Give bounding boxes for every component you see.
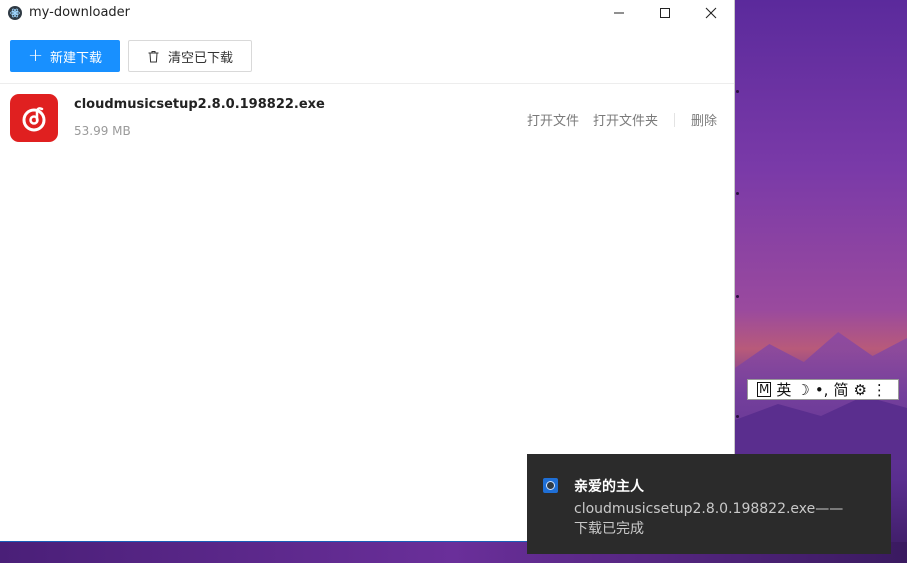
desktop-icon-dot [736, 90, 739, 93]
netease-cloudmusic-icon [10, 94, 58, 142]
ime-simplified-toggle[interactable]: 简 [833, 379, 848, 400]
file-meta: cloudmusicsetup2.8.0.198822.exe 53.99 MB [74, 94, 325, 138]
plus-icon: + [27, 45, 44, 66]
more-icon[interactable]: ⋮ [872, 381, 887, 399]
window-controls [596, 0, 734, 25]
delete-link[interactable]: 删除 [691, 110, 717, 129]
file-name: cloudmusicsetup2.8.0.198822.exe [74, 97, 325, 112]
punctuation-toggle[interactable]: •, [815, 381, 829, 399]
title-bar[interactable]: my-downloader [0, 0, 734, 25]
download-list-item: cloudmusicsetup2.8.0.198822.exe 53.99 MB… [0, 84, 734, 150]
desktop-icon-dot [736, 295, 739, 298]
close-icon [705, 7, 717, 18]
item-actions: 打开文件 打开文件夹 删除 [527, 110, 717, 129]
notification-message: cloudmusicsetup2.8.0.198822.exe——下载已完成 [574, 501, 844, 537]
divider [673, 112, 675, 127]
notification-title: 亲爱的主人 [574, 479, 644, 495]
ime-lang-toggle[interactable]: 英 [776, 379, 791, 400]
window-title: my-downloader [29, 5, 131, 20]
clear-downloaded-label: 清空已下载 [167, 50, 233, 66]
close-button[interactable] [688, 0, 734, 25]
clear-downloaded-button[interactable]: 清空已下载 [128, 40, 252, 72]
minimize-icon [614, 12, 624, 13]
ime-mode-m[interactable]: M [757, 382, 772, 397]
minimize-button[interactable] [596, 0, 642, 25]
toolbar: + 新建下载 清空已下载 [0, 25, 734, 84]
gear-icon[interactable]: ⚙ [853, 381, 866, 399]
ime-toolbar[interactable]: M 英 ☽ •, 简 ⚙ ⋮ [747, 379, 899, 400]
trash-icon [148, 50, 159, 62]
desktop-icon-dot [736, 415, 739, 418]
new-download-label: 新建下载 [50, 50, 103, 66]
notification-body: 亲爱的主人 cloudmusicsetup2.8.0.198822.exe——下… [574, 476, 854, 554]
electron-app-icon [8, 5, 22, 20]
download-complete-notification[interactable]: 亲爱的主人 cloudmusicsetup2.8.0.198822.exe——下… [527, 454, 891, 554]
open-file-link[interactable]: 打开文件 [527, 110, 579, 129]
moon-icon[interactable]: ☽ [796, 381, 809, 399]
electron-app-icon [543, 478, 558, 493]
maximize-button[interactable] [642, 0, 688, 25]
desktop-icon-dot [736, 192, 739, 195]
maximize-icon [660, 7, 670, 18]
file-size: 53.99 MB [74, 124, 131, 138]
new-download-button[interactable]: + 新建下载 [10, 40, 120, 72]
open-folder-link[interactable]: 打开文件夹 [593, 110, 658, 129]
